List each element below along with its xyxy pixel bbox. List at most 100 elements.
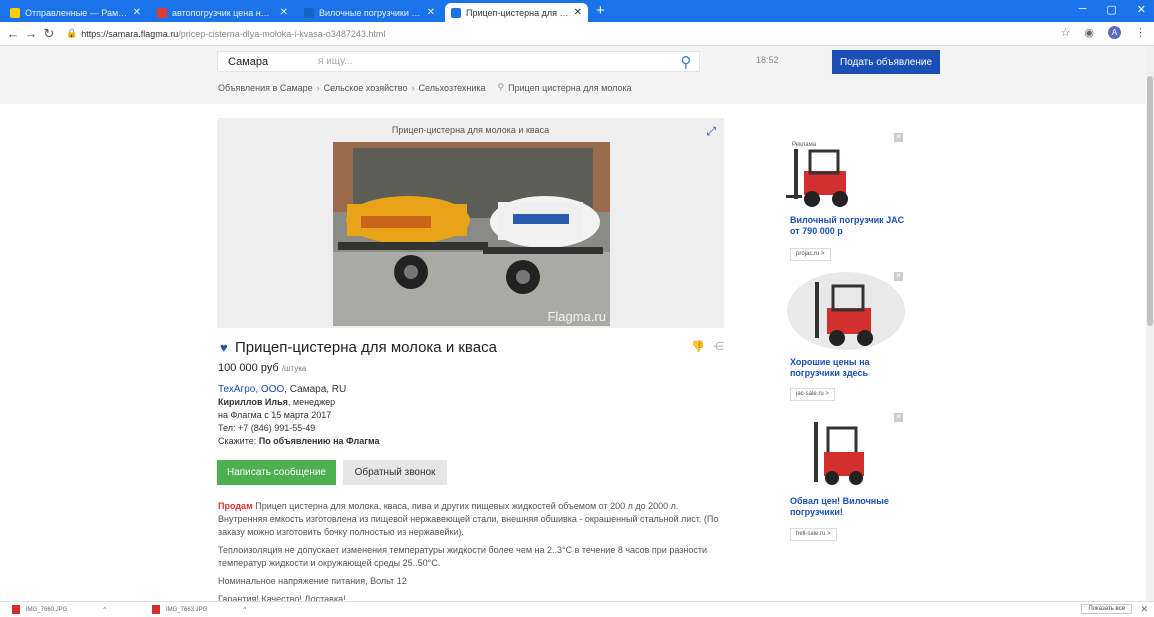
breadcrumb-separator-icon: › — [411, 82, 415, 93]
trailers-photo-icon — [333, 142, 610, 326]
phone[interactable]: Тел: +7 (846) 991-55-49 — [218, 422, 380, 435]
lock-icon: 🔒 — [66, 28, 78, 38]
url-field[interactable]: 🔒 https://samara.flagma.ru/pricep-cister… — [66, 28, 385, 39]
member-since: на Флагма с 15 марта 2017 — [218, 410, 332, 420]
menu-icon[interactable]: ⋮ — [1135, 26, 1146, 39]
product-photo[interactable]: Flagma.ru — [333, 142, 610, 326]
image-file-icon — [152, 605, 160, 614]
search-bar: Самара я ищу... ⚲ — [217, 51, 700, 72]
product-title: Прицеп-цистерна для молока и кваса — [235, 339, 497, 356]
forklift-icon — [815, 282, 873, 346]
tab-title: Вилочные погрузчики купить в … — [319, 7, 422, 18]
company-link[interactable]: ТехАгро, ООО — [218, 384, 284, 395]
ad-title[interactable]: Хорошие цены на погрузчики здесь — [790, 357, 900, 379]
desc-paragraph: Номинальное напряжение питания, Вольт 12 — [218, 576, 407, 586]
back-icon[interactable]: ← — [4, 26, 22, 41]
downloads-bar: IMG_7660.JPG ^ IMG_7663.JPG ^ Показать в… — [0, 601, 1154, 617]
browser-tab-active[interactable]: Прицеп-цистерна для молока и … ✕ — [445, 3, 588, 22]
gallery-title: Прицеп-цистерна для молока и кваса — [391, 125, 550, 135]
ad-title[interactable]: Обвал цен! Вилочные погрузчики! — [790, 496, 905, 518]
download-item[interactable]: IMG_7660.JPG ^ — [12, 605, 106, 614]
browser-tab[interactable]: автопогрузчик цена нового — … ✕ — [151, 3, 294, 22]
star-icon[interactable]: ☆ — [1061, 26, 1071, 39]
reload-icon[interactable]: ↻ — [40, 26, 58, 42]
forward-icon[interactable]: → — [22, 26, 40, 41]
contact-line: Кириллов Илья, менеджер — [218, 396, 380, 409]
breadcrumb: Объявления в Самаре › Сельское хозяйство… — [218, 82, 632, 93]
desc-paragraph: Теплоизоляция не допускает изменения тем… — [218, 545, 707, 568]
breadcrumb-item[interactable]: Сельское хозяйство — [324, 83, 408, 93]
say-line: Скажите: По объявлению на Флагма — [218, 435, 380, 448]
image-file-icon — [12, 605, 20, 614]
tab-favicon-icon — [451, 7, 461, 18]
forklift-icon — [814, 422, 864, 485]
say-text: По объявлению на Флагма — [258, 436, 380, 446]
tab-favicon-icon — [304, 7, 314, 18]
favorite-heart-icon[interactable]: ♥ — [220, 340, 228, 355]
seller-company-line: ТехАгро, ООО, Самара, RU — [218, 384, 347, 395]
write-message-button[interactable]: Написать сообщение — [217, 460, 336, 485]
tab-close-icon[interactable]: ✕ — [280, 7, 288, 18]
share-icon[interactable]: ⋲ — [713, 340, 724, 353]
breadcrumb-separator-icon: › — [316, 82, 320, 93]
contact-name: Кириллов Илья — [218, 397, 288, 407]
ad-image[interactable] — [808, 420, 872, 488]
ad-image[interactable] — [786, 145, 864, 209]
expand-icon[interactable]: ⤢ — [706, 124, 716, 139]
post-ad-button[interactable]: Подать объявление — [832, 50, 940, 74]
browser-tab[interactable]: Отправленные — Рамблер/поч… ✕ — [4, 3, 147, 22]
ad-link[interactable]: heli-sale.ru > — [790, 528, 837, 541]
site-header: Самара я ищу... ⚲ 18:52 Подать объявлени… — [0, 46, 1154, 104]
show-all-downloads-button[interactable]: Показать все — [1081, 604, 1132, 614]
ad-title[interactable]: Вилочный погрузчик JAC от 790 000 р — [790, 215, 905, 237]
search-small-icon: ⚲ — [497, 82, 505, 92]
watermark: Flagma.ru — [547, 309, 606, 324]
tab-title: автопогрузчик цена нового — … — [172, 7, 275, 18]
close-window-icon[interactable]: ✕ — [1137, 3, 1146, 16]
tab-favicon-icon — [157, 7, 167, 18]
tab-title: Прицеп-цистерна для молока и … — [466, 7, 569, 18]
minimize-icon[interactable]: ─ — [1079, 3, 1087, 16]
say-prefix: Скажите: — [218, 436, 259, 446]
chevron-up-icon[interactable]: ^ — [243, 607, 246, 613]
callback-button[interactable]: Обратный звонок — [343, 460, 447, 485]
desc-sell-label: Продам — [218, 501, 253, 511]
scrollbar-thumb[interactable] — [1147, 76, 1153, 326]
tab-close-icon[interactable]: ✕ — [133, 7, 141, 18]
current-time: 18:52 — [756, 55, 779, 65]
download-filename: IMG_7663.JPG — [166, 606, 208, 613]
browser-tab[interactable]: Вилочные погрузчики купить в … ✕ — [298, 3, 441, 22]
price: 100 000 руб /штука — [218, 362, 306, 374]
breadcrumb-item[interactable]: Объявления в Самаре — [218, 83, 313, 93]
description: Продам Прицеп цистерна для молока, кваса… — [218, 500, 728, 611]
window-controls: ─ ▢ ✕ — [1079, 3, 1146, 16]
maximize-icon[interactable]: ▢ — [1106, 3, 1116, 16]
new-tab-button[interactable]: + — [596, 2, 605, 22]
thumbs-down-icon[interactable]: 👎 — [691, 340, 705, 353]
breadcrumb-item[interactable]: Сельхозтехника — [419, 83, 486, 93]
tab-favicon-icon — [10, 7, 20, 18]
ad-close-icon[interactable]: ✕ — [894, 413, 903, 422]
download-filename: IMG_7660.JPG — [26, 606, 68, 613]
page-scrollbar[interactable] — [1146, 46, 1154, 601]
ad-link[interactable]: projac.ru > — [790, 248, 831, 261]
download-item[interactable]: IMG_7663.JPG ^ — [152, 605, 246, 614]
close-downloads-icon[interactable]: ✕ — [1140, 604, 1148, 615]
profile-avatar[interactable]: A — [1108, 26, 1121, 39]
tab-close-icon[interactable]: ✕ — [427, 7, 435, 18]
ad-close-icon[interactable]: ✕ — [894, 133, 903, 142]
browser-tabbar: Отправленные — Рамблер/поч… ✕ автопогруз… — [0, 0, 1154, 22]
chevron-up-icon[interactable]: ^ — [103, 607, 106, 613]
tab-close-icon[interactable]: ✕ — [574, 7, 582, 18]
ad-image[interactable] — [787, 272, 905, 350]
tab-title: Отправленные — Рамблер/поч… — [25, 7, 128, 18]
city-select[interactable]: Самара — [218, 56, 318, 68]
search-icon[interactable]: ⚲ — [673, 53, 699, 71]
price-unit: /штука — [281, 364, 307, 373]
ad-close-icon[interactable]: ✕ — [894, 272, 903, 281]
ad-link[interactable]: jac-sale.ru > — [790, 388, 835, 401]
address-bar: ← → ↻ 🔒 https://samara.flagma.ru/pricep-… — [0, 22, 1154, 46]
extension-icon[interactable]: ◉ — [1084, 26, 1094, 39]
photo-gallery: Прицеп-цистерна для молока и кваса ⤢ Fla… — [217, 118, 724, 328]
search-input[interactable]: я ищу... — [318, 56, 673, 67]
